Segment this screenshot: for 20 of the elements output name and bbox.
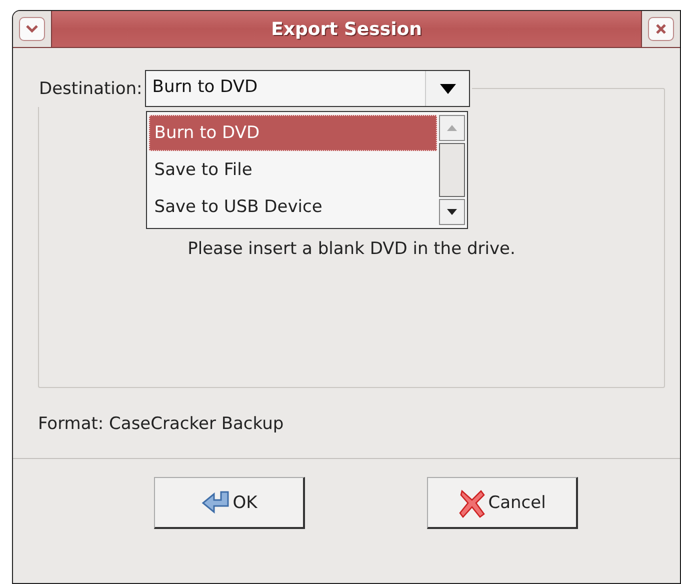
ok-button[interactable]: OK xyxy=(154,477,305,529)
close-icon xyxy=(655,23,667,35)
dropdown-option[interactable]: Save to File xyxy=(149,152,438,188)
cancel-button[interactable]: Cancel xyxy=(427,477,578,529)
window-title: Export Session xyxy=(51,11,642,47)
destination-label: Destination: xyxy=(39,78,142,98)
instruction-text: Please insert a blank DVD in the drive. xyxy=(186,239,516,259)
dropdown-option[interactable]: Burn to DVD xyxy=(149,115,438,151)
triangle-down-icon xyxy=(438,82,457,94)
triangle-up-icon xyxy=(447,125,458,131)
menu-button[interactable] xyxy=(19,17,45,41)
scroll-down-button[interactable] xyxy=(439,199,466,225)
scrollbar-thumb[interactable] xyxy=(439,143,466,197)
close-button[interactable] xyxy=(648,17,674,41)
triangle-down-icon xyxy=(447,209,458,215)
scroll-up-button[interactable] xyxy=(439,115,466,141)
chevron-down-icon xyxy=(25,24,39,34)
dropdown-arrow-button[interactable] xyxy=(425,71,470,106)
dropdown-option[interactable]: Save to USB Device xyxy=(149,189,438,225)
format-text: Format: CaseCracker Backup xyxy=(38,414,285,434)
